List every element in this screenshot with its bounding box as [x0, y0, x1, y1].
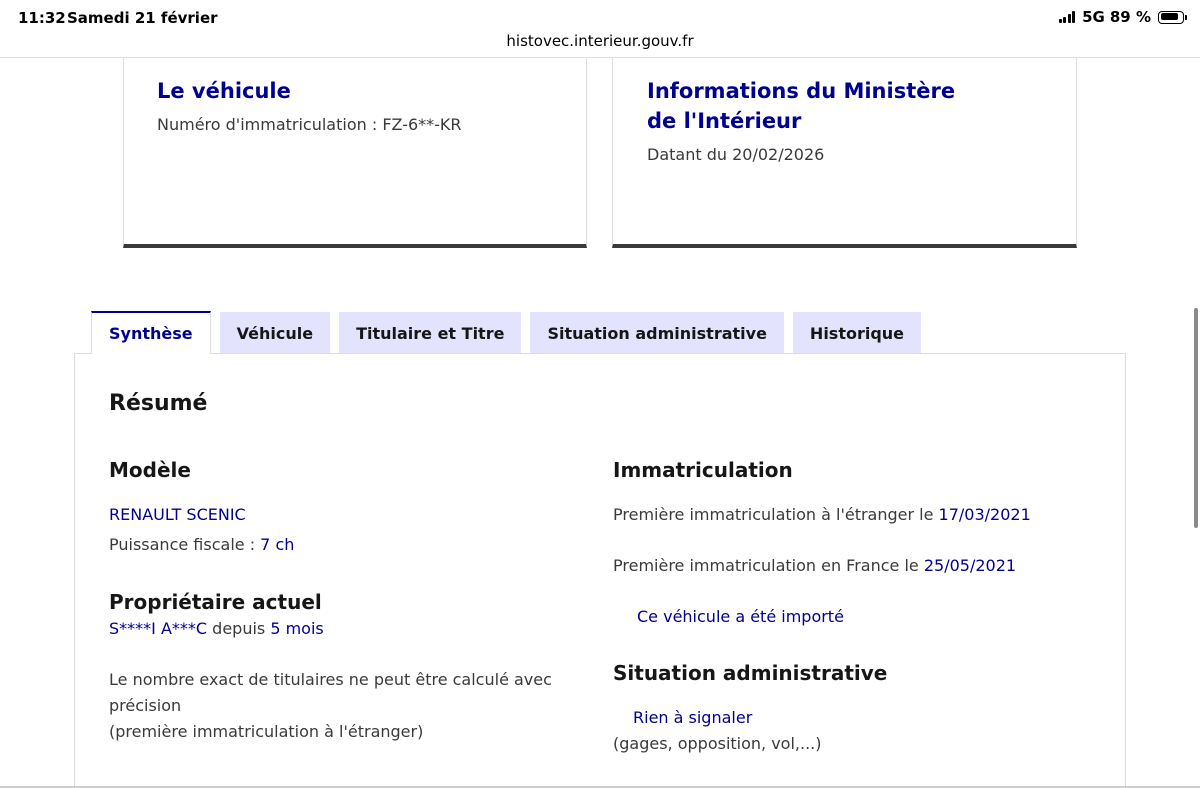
immat-etranger: Première immatriculation à l'étranger le… — [613, 502, 1031, 528]
titulaires-note-line2: précision — [109, 696, 182, 715]
status-date: Samedi 21 février — [67, 9, 218, 27]
immat-france-date: 25/05/2021 — [923, 556, 1017, 575]
summary-title: Résumé — [109, 391, 208, 416]
situation-details: (gages, opposition, vol,...) — [613, 734, 822, 753]
modele-heading: Modèle — [109, 458, 191, 482]
puissance-label: Puissance fiscale : — [109, 535, 261, 554]
titulaires-note-line1: Le nombre exact de titulaires ne peut êt… — [109, 670, 552, 689]
titulaires-note: Le nombre exact de titulaires ne peut êt… — [109, 667, 579, 745]
owner-duration: 5 mois — [270, 619, 324, 638]
battery-icon — [1158, 10, 1187, 24]
battery-tip — [1185, 14, 1187, 20]
status-time: 11:32 — [18, 9, 66, 27]
proprietaire-info: S****I A***C depuis 5 mois — [109, 616, 324, 642]
immat-etranger-date: 17/03/2021 — [938, 505, 1031, 524]
card-ministere-date: Datant du 20/02/2026 — [647, 145, 825, 164]
page-scrollbar[interactable] — [1194, 308, 1198, 528]
owner-name: S****I A***C — [109, 619, 208, 638]
battery-percent: 89 % — [1109, 8, 1151, 26]
vehicule-importe-link[interactable]: Ce véhicule a été importé — [637, 604, 844, 630]
browser-status-bar: 11:32 Samedi 21 février 5G 89 % histovec… — [0, 0, 1200, 58]
titulaires-note-line3: (première immatriculation à l'étranger) — [109, 722, 424, 741]
address-bar-url[interactable]: histovec.interieur.gouv.fr — [0, 32, 1200, 50]
tab-synthese[interactable]: Synthèse — [91, 311, 211, 354]
immat-france-label: Première immatriculation en France le — [613, 556, 924, 575]
signal-icon — [1058, 11, 1076, 23]
card-ministere-title[interactable]: Informations du Ministère de l'Intérieur — [647, 76, 977, 136]
immat-france: Première immatriculation en France le 25… — [613, 553, 1016, 579]
tab-historique[interactable]: Historique — [792, 312, 922, 354]
card-vehicule-title[interactable]: Le véhicule — [157, 76, 291, 106]
tab-bar: Synthèse Véhicule Titulaire et Titre Sit… — [91, 311, 922, 354]
tab-situation-administrative[interactable]: Situation administrative — [530, 312, 784, 354]
card-vehicule-plate: Numéro d'immatriculation : FZ-6**-KR — [157, 115, 462, 134]
immatriculation-heading: Immatriculation — [613, 458, 793, 482]
situation-heading: Situation administrative — [613, 661, 888, 685]
situation-status-link[interactable]: Rien à signaler — [633, 705, 752, 731]
card-vehicule: Le véhicule Numéro d'immatriculation : F… — [123, 58, 587, 248]
network-label: 5G — [1082, 8, 1105, 26]
puissance-value: 7 ch — [260, 535, 295, 554]
immat-etranger-label: Première immatriculation à l'étranger le — [613, 505, 939, 524]
tab-vehicule[interactable]: Véhicule — [219, 312, 331, 354]
model-name: RENAULT SCENIC — [109, 505, 246, 524]
owner-depuis: depuis — [207, 619, 271, 638]
synthese-panel: Résumé Modèle RENAULT SCENIC Puissance f… — [74, 353, 1126, 788]
proprietaire-heading: Propriétaire actuel — [109, 590, 322, 614]
battery-fill — [1160, 13, 1179, 20]
status-indicators: 5G 89 % — [1058, 8, 1187, 26]
puissance-fiscale: Puissance fiscale : 7 ch — [109, 532, 294, 558]
card-ministere: Informations du Ministère de l'Intérieur… — [612, 58, 1077, 248]
tab-titulaire-titre[interactable]: Titulaire et Titre — [339, 312, 522, 354]
